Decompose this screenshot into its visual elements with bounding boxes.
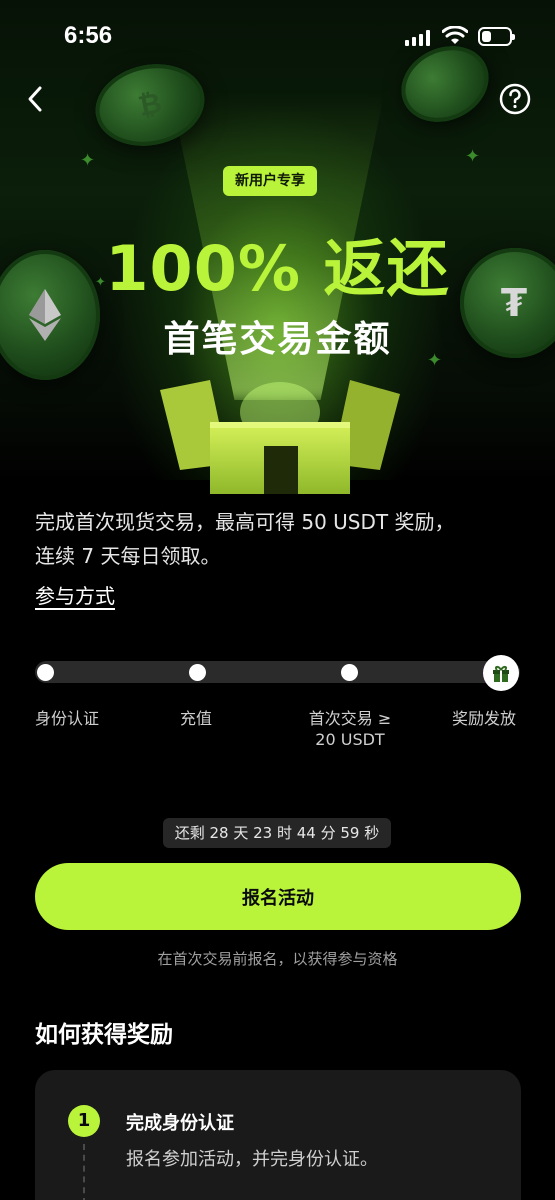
gift-box-illustration bbox=[160, 380, 400, 494]
step-label-first-trade-line1: 首次交易 ≥ bbox=[308, 709, 392, 728]
how-to-step-desc: 报名参加活动，并完身份认证。 bbox=[126, 1149, 378, 1170]
battery-icon bbox=[478, 27, 515, 46]
progress-track bbox=[35, 661, 520, 683]
step-label-kyc: 身份认证 bbox=[35, 709, 100, 728]
hero-title: 100% 返还 bbox=[105, 232, 450, 305]
description-line: 完成首次现货交易，最高可得 50 USDT 奖励， bbox=[35, 510, 455, 534]
sparkle-icon: ✦ bbox=[80, 150, 96, 171]
step-label-first-trade-line2: 20 USDT bbox=[315, 730, 385, 749]
back-arrow-icon bbox=[28, 86, 42, 112]
how-to-title: 如何获得奖励 bbox=[35, 1022, 173, 1048]
step-label-deposit: 充值 bbox=[180, 709, 213, 728]
progress-step-dot bbox=[341, 664, 358, 681]
how-to-step-title: 完成身份认证 bbox=[126, 1113, 234, 1134]
hero-subtitle: 首笔交易金额 bbox=[163, 319, 392, 360]
new-user-badge: 新用户专享 bbox=[223, 166, 317, 196]
step-number-badge: 1 bbox=[68, 1105, 100, 1137]
signal-icon bbox=[405, 30, 431, 46]
wifi-icon bbox=[442, 26, 468, 44]
help-button[interactable] bbox=[498, 82, 532, 116]
status-time: 6:56 bbox=[64, 22, 113, 49]
page: ₿ ₮ ✦ ✦ ✦ ✦ 6:56 新用户专享 100% 返还 首笔交易金额 完成… bbox=[0, 0, 555, 1200]
gift-icon bbox=[493, 666, 509, 682]
reward-step-marker bbox=[483, 655, 519, 691]
back-button[interactable] bbox=[22, 82, 52, 116]
step-connector-line bbox=[83, 1144, 85, 1200]
register-button[interactable]: 报名活动 bbox=[35, 863, 521, 930]
register-note: 在首次交易前报名，以获得参与资格 bbox=[157, 950, 398, 968]
help-icon bbox=[499, 83, 531, 115]
step-label-reward: 奖励发放 bbox=[452, 709, 517, 728]
how-to-card bbox=[35, 1070, 521, 1200]
progress-step-dot bbox=[189, 664, 206, 681]
svg-text:₿: ₿ bbox=[135, 86, 164, 123]
sparkle-icon: ✦ bbox=[465, 146, 481, 167]
campaign-description: 完成首次现货交易，最高可得 50 USDT 奖励， 连续 7 天每日领取。 bbox=[35, 505, 525, 573]
how-to-participate-link[interactable]: 参与方式 bbox=[35, 580, 115, 609]
status-bar: 6:56 bbox=[0, 0, 555, 70]
progress-step-dot bbox=[37, 664, 54, 681]
step-label-first-trade: 首次交易 ≥ 20 USDT bbox=[307, 708, 393, 750]
countdown-timer: 还剩 28 天 23 时 44 分 59 秒 bbox=[163, 818, 391, 848]
description-line: 连续 7 天每日领取。 bbox=[35, 544, 221, 568]
